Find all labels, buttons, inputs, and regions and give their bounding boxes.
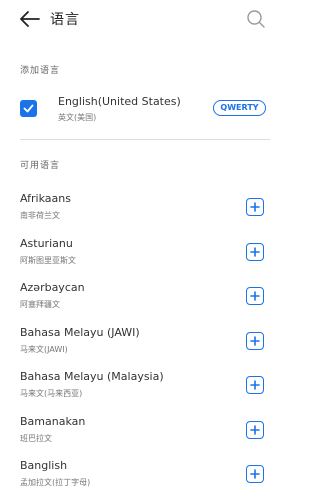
app-header: 语言 <box>0 0 283 44</box>
added-language-native-name: 英文(美国) <box>58 113 97 122</box>
arrow-left-icon <box>20 11 40 27</box>
list-item[interactable]: Azərbaycan 阿塞拜疆文 <box>0 275 283 320</box>
plus-icon <box>250 335 260 346</box>
back-button[interactable] <box>18 8 42 30</box>
list-item[interactable]: Bamanakan 班巴拉文 <box>0 409 283 454</box>
language-name: Azərbaycan <box>20 281 85 294</box>
list-item[interactable]: Afrikaans 南非荷兰文 <box>0 186 283 231</box>
search-icon <box>247 10 265 28</box>
page-title: 语言 <box>50 12 80 28</box>
language-name: Asturianu <box>20 236 73 250</box>
language-name: Bahasa Melayu (JAWI) <box>20 325 140 339</box>
added-language-row[interactable]: English(United States) 英文(美国) QWERTY <box>0 88 283 136</box>
language-native-name: 马来文(马来西亚) <box>20 389 83 398</box>
list-item[interactable]: Bahasa Melayu (JAWI) 马来文(JAWI) <box>0 320 283 365</box>
add-language-button[interactable] <box>246 242 264 261</box>
language-native-name: 班巴拉文 <box>20 433 52 443</box>
available-language-list: Afrikaans 南非荷兰文 Asturianu 阿斯图里亚斯文 Azərba… <box>0 186 283 498</box>
language-native-name: 南非荷兰文 <box>20 211 60 220</box>
keyboard-layout-button[interactable]: QWERTY <box>213 100 266 116</box>
language-name: Bahasa Melayu (Malaysia) <box>20 370 164 383</box>
added-language-name: English(United States) <box>58 95 181 108</box>
plus-icon <box>250 202 260 212</box>
language-name: Bamanakan <box>20 414 86 428</box>
plus-icon <box>250 291 260 301</box>
plus-icon <box>250 246 260 257</box>
add-language-button[interactable] <box>246 420 264 439</box>
language-name: Banglish <box>20 459 68 472</box>
plus-icon <box>250 424 260 435</box>
language-name: Afrikaans <box>20 192 71 205</box>
list-item[interactable]: Asturianu 阿斯图里亚斯文 <box>0 231 283 276</box>
add-language-button[interactable] <box>246 287 264 305</box>
add-language-button[interactable] <box>246 331 264 350</box>
added-languages-header: 添加语言 <box>20 66 61 76</box>
available-languages-header: 可用语言 <box>20 161 61 171</box>
list-item[interactable]: Bahasa Melayu (Malaysia) 马来文(马来西亚) <box>0 364 283 409</box>
language-native-name: 马来文(JAWI) <box>20 344 68 354</box>
add-language-button[interactable] <box>246 376 264 394</box>
search-button[interactable] <box>245 8 267 30</box>
language-native-name: 阿塞拜疆文 <box>20 300 60 309</box>
plus-icon <box>250 469 260 479</box>
add-language-button[interactable] <box>246 465 264 483</box>
divider <box>20 139 270 140</box>
language-checkbox[interactable] <box>20 100 37 117</box>
add-language-button[interactable] <box>246 198 264 216</box>
language-native-name: 阿斯图里亚斯文 <box>20 255 76 265</box>
plus-icon <box>250 380 260 390</box>
language-native-name: 孟加拉文(拉丁字母) <box>20 478 91 487</box>
list-item[interactable]: Banglish 孟加拉文(拉丁字母) <box>0 453 283 498</box>
checkmark-icon <box>23 104 34 113</box>
